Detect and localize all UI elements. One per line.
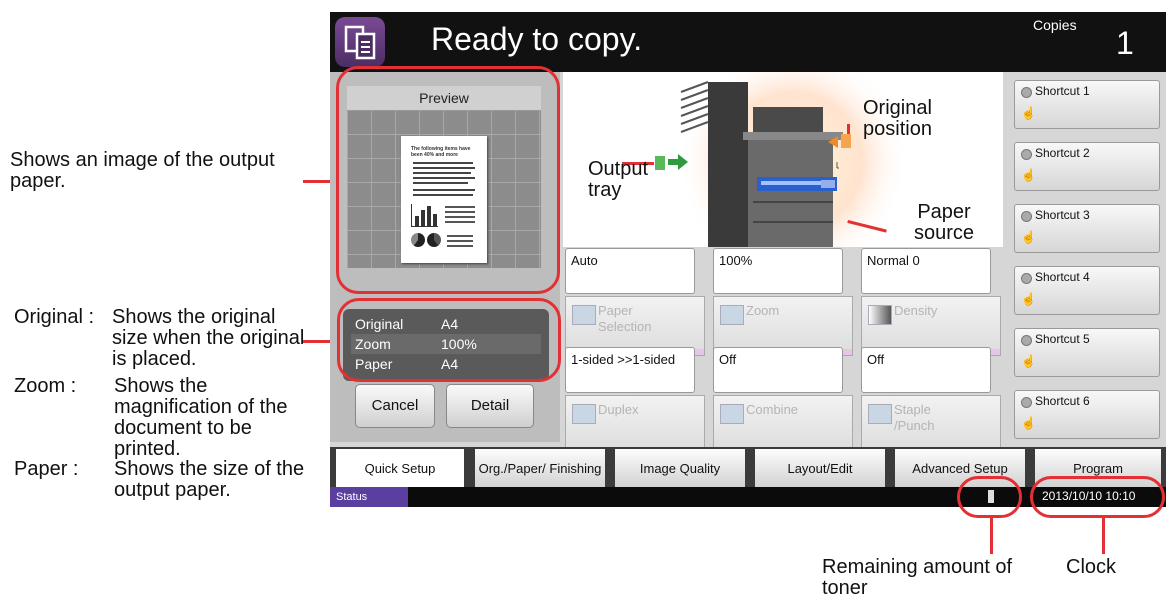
- hand-icon: ☝: [1021, 416, 1036, 430]
- machine-diagram: Output tray Original position Paper sour…: [563, 72, 1003, 247]
- toner-callout-line: [990, 516, 993, 554]
- zoom-icon: [720, 305, 744, 325]
- status-button[interactable]: Status: [330, 487, 408, 507]
- staple-icon: [868, 404, 892, 424]
- paper-source-label: Paper source: [913, 201, 975, 244]
- info-original-value: A4: [441, 316, 459, 332]
- original-callout-label: Original :: [14, 306, 95, 328]
- cancel-button[interactable]: Cancel: [355, 384, 435, 428]
- info-paper-label: Paper: [355, 356, 393, 372]
- info-original-label: Original: [355, 316, 404, 332]
- info-row-zoom: Zoom 100%: [351, 334, 541, 354]
- zoom-value: 100%: [713, 248, 843, 294]
- preview-area[interactable]: Preview The following items have been 40…: [347, 86, 541, 268]
- duplex-button[interactable]: Duplex: [565, 395, 705, 455]
- preview-pie-icon: [427, 233, 441, 247]
- density-value: Normal 0: [861, 248, 991, 294]
- toner-icon: [988, 490, 994, 503]
- preview-pie-icon: [411, 233, 425, 247]
- copy-screen: Ready to copy. Copies 1 Preview The foll…: [330, 12, 1166, 507]
- copy-icon: [335, 17, 385, 67]
- paper-icon: [572, 305, 596, 325]
- clock-callout-text: Clock: [1066, 556, 1117, 578]
- info-row-paper: Paper A4: [351, 354, 541, 374]
- original-callout-desc: Shows the original size when the origina…: [112, 306, 305, 370]
- copies-count[interactable]: 1: [1116, 25, 1134, 62]
- info-paper-value: A4: [441, 356, 459, 372]
- preview-callout-text: Shows an image of the output paper.: [10, 149, 275, 192]
- clock: 2013/10/10 10:10: [1042, 489, 1136, 503]
- status-bar: Status 2013/10/10 10:10: [330, 487, 1166, 507]
- left-panel: Preview The following items have been 40…: [330, 72, 560, 442]
- hand-icon: ☝: [1021, 354, 1036, 368]
- shortcut-5-button[interactable]: Shortcut 5 ☝: [1014, 328, 1160, 377]
- staple-punch-value: Off: [861, 347, 991, 393]
- status-message: Ready to copy.: [431, 21, 643, 57]
- preview-paper: The following items have been 40% and mo…: [401, 136, 487, 263]
- shortcut-4-button[interactable]: Shortcut 4 ☝: [1014, 266, 1160, 315]
- tab-org-paper-finishing[interactable]: Org./Paper/ Finishing: [475, 449, 605, 487]
- hand-icon: ☝: [1021, 106, 1036, 120]
- paper-selection-value: Auto: [565, 248, 695, 294]
- shortcut-6-button[interactable]: Shortcut 6 ☝: [1014, 390, 1160, 439]
- info-zoom-value: 100%: [441, 336, 477, 352]
- paper-callout-desc: Shows the size of the output paper.: [114, 458, 305, 501]
- copies-label: Copies: [1033, 17, 1077, 33]
- hand-icon: ☝: [1021, 292, 1036, 306]
- tab-quick-setup[interactable]: Quick Setup: [336, 449, 464, 487]
- zoom-callout-label: Zoom :: [14, 375, 77, 397]
- duplex-value: 1-sided >>1-sided: [565, 347, 695, 393]
- tab-image-quality[interactable]: Image Quality: [615, 449, 745, 487]
- preview-label: Preview: [347, 86, 541, 111]
- combine-value: Off: [713, 347, 843, 393]
- zoom-callout-desc: Shows the magnification of the document …: [114, 375, 288, 460]
- combine-icon: [720, 404, 744, 424]
- info-zoom-label: Zoom: [355, 336, 391, 352]
- original-position-pointer: [847, 124, 850, 134]
- paper-callout-label: Paper :: [14, 458, 79, 480]
- clock-callout-line: [1102, 516, 1105, 554]
- top-bar: Ready to copy. Copies 1: [330, 12, 1166, 72]
- tab-layout-edit[interactable]: Layout/Edit: [755, 449, 885, 487]
- tab-program[interactable]: Program: [1035, 449, 1161, 487]
- info-box: Original A4 Zoom 100% Paper A4: [343, 309, 549, 381]
- tab-bar: Quick Setup Org./Paper/ Finishing Image …: [330, 447, 1166, 487]
- hand-icon: ☝: [1021, 230, 1036, 244]
- info-row-original: Original A4: [351, 314, 541, 334]
- preview-bar-chart-icon: [411, 204, 438, 227]
- detail-button[interactable]: Detail: [446, 384, 534, 428]
- staple-punch-button[interactable]: Staple /Punch: [861, 395, 1001, 455]
- duplex-icon: [572, 404, 596, 424]
- output-tray-label: Output tray: [588, 158, 649, 201]
- density-icon: [868, 305, 892, 325]
- tab-advanced-setup[interactable]: Advanced Setup: [895, 449, 1025, 487]
- preview-doc-heading: The following items have been 40% and mo…: [411, 146, 471, 158]
- combine-button[interactable]: Combine: [713, 395, 853, 455]
- hand-icon: ☝: [1021, 168, 1036, 182]
- shortcut-1-button[interactable]: Shortcut 1 ☝: [1014, 80, 1160, 129]
- shortcut-2-button[interactable]: Shortcut 2 ☝: [1014, 142, 1160, 191]
- shortcut-3-button[interactable]: Shortcut 3 ☝: [1014, 204, 1160, 253]
- original-position-label: Original position: [863, 97, 932, 140]
- toner-callout-text: Remaining amount of toner: [822, 556, 1013, 599]
